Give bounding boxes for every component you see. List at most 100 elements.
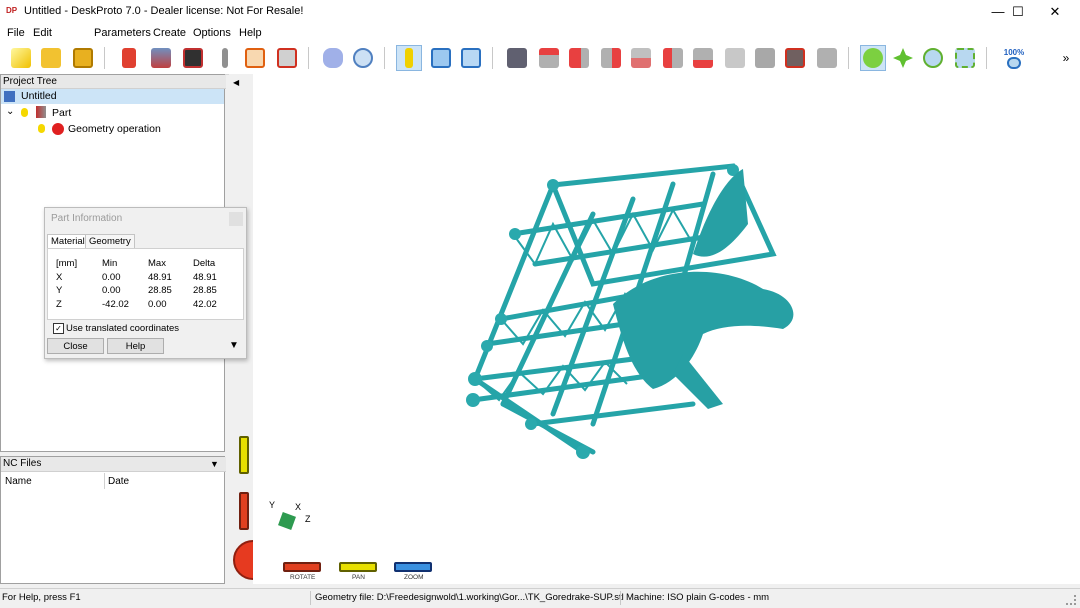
table-header-max: Max	[148, 258, 166, 269]
view-back-button[interactable]	[628, 45, 654, 71]
lightbulb-icon[interactable]	[38, 124, 45, 133]
camera-reset-button[interactable]	[814, 45, 840, 71]
row-z-min: -42.02	[102, 299, 129, 310]
view-right-button[interactable]	[598, 45, 624, 71]
dropdown-arrow-icon[interactable]: ▼	[210, 457, 219, 471]
menu-bar: File Edit Parameters Create Options Help	[0, 24, 1080, 42]
row-y-delta: 28.85	[193, 285, 217, 296]
tree-item-geometry-operation[interactable]: Geometry operation	[68, 123, 161, 135]
menu-options[interactable]: Options	[193, 27, 231, 39]
open-button[interactable]	[38, 45, 64, 71]
view-window-button[interactable]	[458, 45, 484, 71]
rotate-arrows-icon	[863, 48, 883, 68]
view-window-icon	[461, 48, 481, 68]
maximize-button[interactable]: ☐	[998, 0, 1038, 24]
translated-coords-label: Use translated coordinates	[66, 323, 180, 334]
zoom-window-button[interactable]	[952, 45, 978, 71]
table-header-min: Min	[102, 258, 118, 269]
bitmap-icon	[183, 48, 203, 68]
bitmap-button[interactable]	[180, 45, 206, 71]
menu-help[interactable]: Help	[239, 27, 262, 39]
info-button[interactable]	[396, 45, 422, 71]
view-bottom-button[interactable]	[690, 45, 716, 71]
view-iso2-button[interactable]	[752, 45, 778, 71]
zoom-label: ZOOM	[404, 574, 424, 581]
table-header-unit: [mm]	[56, 258, 78, 269]
drawing-icon	[245, 48, 265, 68]
expand-chevron-icon[interactable]: ⌄	[6, 106, 14, 117]
axis-label-x: X	[295, 502, 302, 512]
new-project-button[interactable]	[8, 45, 34, 71]
status-help: For Help, press F1	[2, 592, 81, 603]
viewports-icon	[431, 48, 451, 68]
collapse-arrow-icon[interactable]: ◀	[233, 78, 239, 87]
toolbar-overflow-button[interactable]: »	[1056, 45, 1076, 71]
view-top-button[interactable]	[536, 45, 562, 71]
part-information-dialog: Part Information Material Geometry [mm] …	[44, 207, 247, 359]
row-y-min: 0.00	[102, 285, 121, 296]
table-header-delta: Delta	[193, 258, 216, 269]
pan-wheel-horizontal[interactable]	[339, 562, 377, 572]
rotate-view-button[interactable]	[782, 45, 808, 71]
rotate-wheel-horizontal[interactable]	[283, 562, 321, 572]
shade-button[interactable]	[320, 45, 346, 71]
status-machine: Machine: ISO plain G-codes - mm	[626, 592, 770, 603]
export-icon	[277, 48, 297, 68]
viewports-button[interactable]	[428, 45, 454, 71]
axis-label-y: Y	[269, 500, 276, 510]
toolbar: 100% »	[0, 42, 1080, 75]
geometry-operation-icon	[52, 123, 64, 135]
menu-file[interactable]: File	[7, 27, 25, 39]
tree-item-root[interactable]: Untitled	[1, 89, 224, 104]
new-file-icon	[11, 48, 31, 68]
menu-parameters[interactable]: Parameters	[94, 27, 151, 39]
drawing-button[interactable]	[242, 45, 268, 71]
nc-column-date[interactable]: Date	[108, 476, 129, 487]
zoom-in-button[interactable]	[920, 45, 946, 71]
close-button[interactable]: Close	[47, 338, 104, 354]
cube-iso2-icon	[755, 48, 775, 68]
close-window-button[interactable]: ✕	[1035, 0, 1075, 24]
menu-edit[interactable]: Edit	[33, 27, 52, 39]
model-render[interactable]	[253, 74, 1080, 584]
translated-coords-checkbox[interactable]: ✓	[53, 323, 64, 334]
export-button[interactable]	[274, 45, 300, 71]
view-left-button[interactable]	[660, 45, 686, 71]
cube-top-icon	[539, 48, 559, 68]
tool-button[interactable]	[212, 45, 238, 71]
row-y-axis: Y	[56, 285, 63, 296]
camera-button[interactable]	[504, 45, 530, 71]
app-logo-icon: DP	[6, 6, 18, 15]
column-divider	[104, 473, 105, 489]
add-part-button[interactable]	[148, 45, 174, 71]
preview-button[interactable]	[350, 45, 376, 71]
rotate-wheel-vertical[interactable]	[239, 492, 249, 530]
save-button[interactable]	[70, 45, 96, 71]
expand-dialog-icon[interactable]: ▼	[229, 340, 239, 351]
info-icon	[405, 48, 413, 68]
resize-grip-icon[interactable]	[1066, 595, 1076, 605]
nc-files-title: NC Files	[3, 458, 42, 469]
camera-icon	[507, 48, 527, 68]
zoom-100-label: 100%	[1003, 47, 1025, 57]
nc-column-name[interactable]: Name	[5, 476, 32, 487]
view-front-button[interactable]	[566, 45, 592, 71]
help-button[interactable]: Help	[107, 338, 164, 354]
pan-wheel-vertical[interactable]	[239, 436, 249, 474]
3d-viewport[interactable]: Y X Z ROTATE PAN ZOOM	[253, 74, 1080, 584]
view-iso-button[interactable]	[722, 45, 748, 71]
dialog-close-icon[interactable]	[229, 212, 243, 226]
open-folder-icon	[41, 48, 61, 68]
lightbulb-icon[interactable]	[21, 108, 28, 117]
zoom-wheel-horizontal[interactable]	[394, 562, 432, 572]
cube-left-icon	[663, 48, 683, 68]
menu-create[interactable]: Create	[153, 27, 186, 39]
rotate-mode-button[interactable]	[860, 45, 886, 71]
tree-item-part[interactable]: Part	[52, 107, 71, 119]
row-x-min: 0.00	[102, 272, 121, 283]
row-x-axis: X	[56, 272, 63, 283]
zoom-100-button[interactable]: 100%	[998, 45, 1030, 71]
dialog-title: Part Information	[51, 213, 123, 224]
import-geometry-button[interactable]	[116, 45, 142, 71]
pan-mode-button[interactable]	[890, 45, 916, 71]
